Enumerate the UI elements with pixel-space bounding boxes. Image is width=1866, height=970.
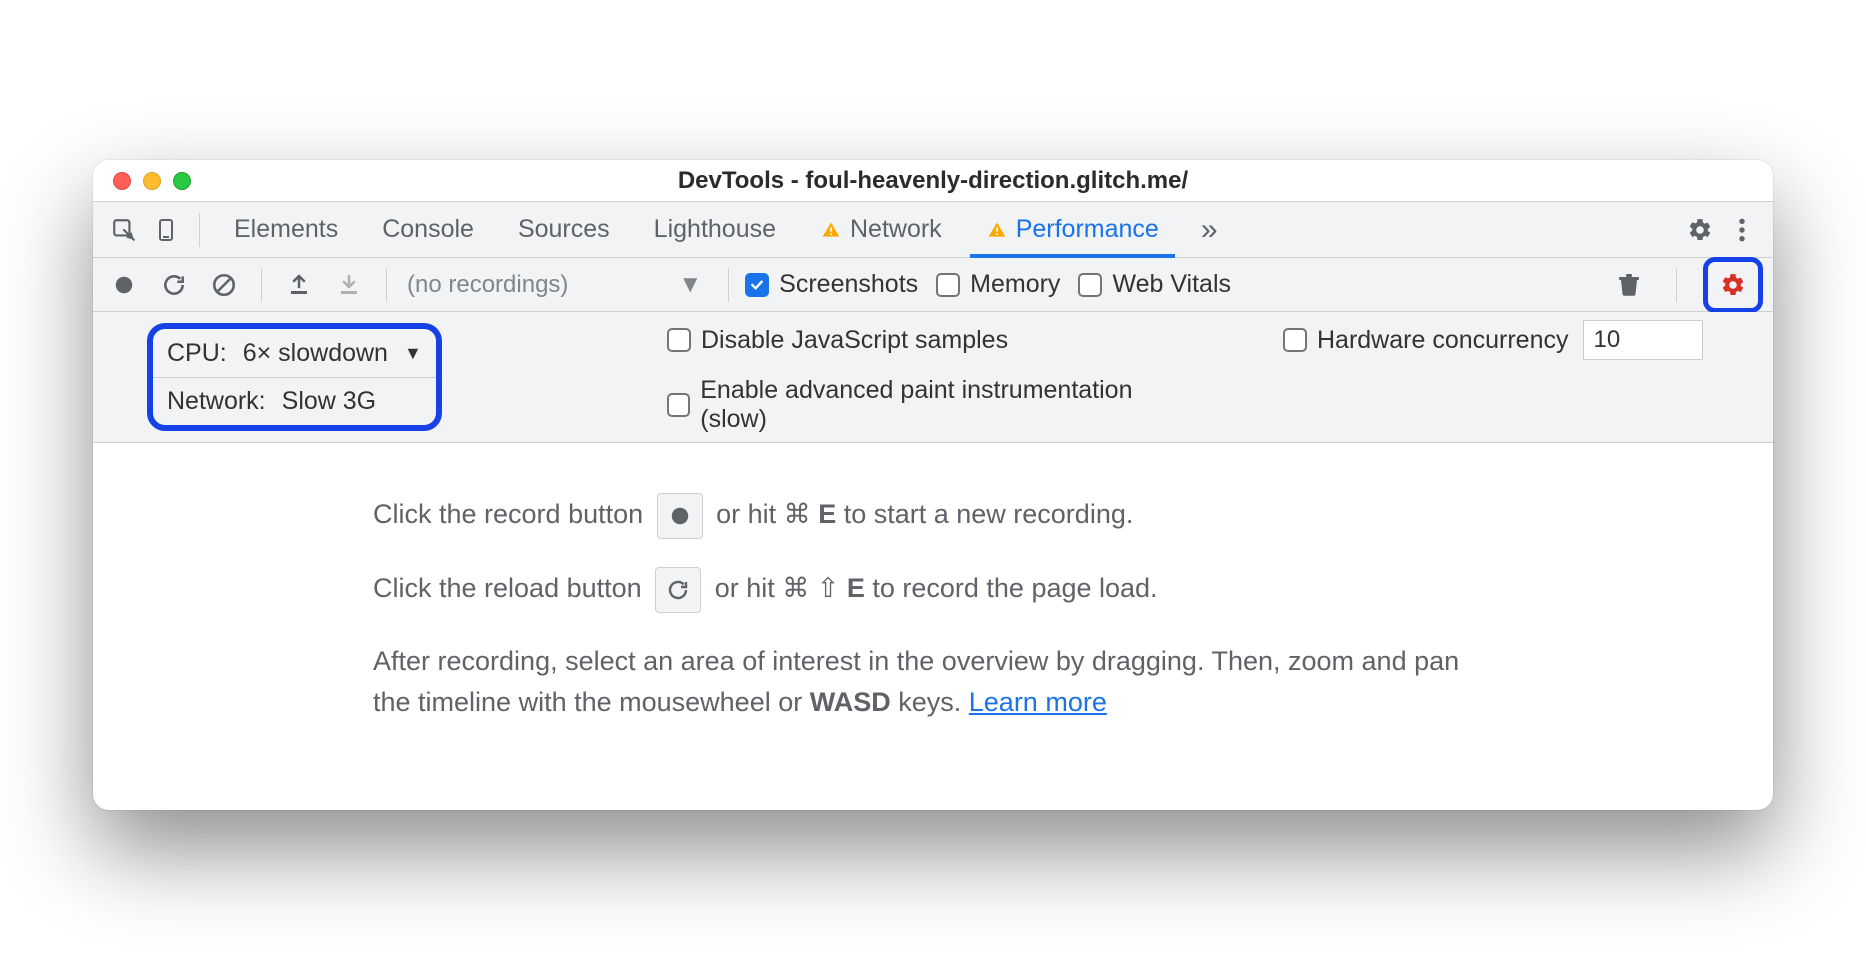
performance-toolbar: (no recordings) ▼ Screenshots Memory Web…: [93, 258, 1773, 312]
hardware-concurrency-input[interactable]: [1583, 320, 1703, 360]
window-title: DevTools - foul-heavenly-direction.glitc…: [93, 167, 1773, 195]
memory-checkbox[interactable]: Memory: [936, 270, 1060, 299]
reload-record-button[interactable]: [153, 264, 195, 306]
chevron-down-icon: ▼: [678, 271, 702, 299]
separator: [1676, 268, 1677, 302]
device-toggle-icon[interactable]: [145, 209, 187, 251]
performance-landing: Click the record button or hit ⌘ E to st…: [93, 443, 1773, 810]
inspect-element-icon[interactable]: [103, 209, 145, 251]
record-icon: [657, 493, 703, 539]
more-tabs-button[interactable]: »: [1181, 213, 1238, 247]
capture-settings-highlight: [1703, 257, 1763, 313]
checkbox-icon: [936, 273, 960, 297]
kebab-menu-icon[interactable]: [1721, 209, 1763, 251]
panel-tabs: Elements Console Sources Lighthouse Netw…: [93, 202, 1773, 258]
tab-network[interactable]: Network: [798, 202, 964, 257]
help-reload-line: Click the reload button or hit ⌘ ⇧ E to …: [373, 567, 1493, 613]
checkbox-icon: [1283, 328, 1307, 352]
checkbox-icon: [745, 273, 769, 297]
tab-elements[interactable]: Elements: [212, 202, 360, 257]
tab-console[interactable]: Console: [360, 202, 496, 257]
tab-sources[interactable]: Sources: [496, 202, 632, 257]
close-window-button[interactable]: [113, 172, 131, 190]
checkbox-icon: [1078, 273, 1102, 297]
traffic-lights: [113, 172, 191, 190]
throttling-highlight: CPU: 6× slowdown ▼ Network: Slow 3G: [147, 323, 442, 431]
warning-icon: [986, 220, 1008, 240]
disable-js-samples-checkbox[interactable]: Disable JavaScript samples: [667, 326, 1008, 355]
settings-icon[interactable]: [1679, 209, 1721, 251]
separator: [199, 213, 200, 247]
tab-lighthouse[interactable]: Lighthouse: [632, 202, 798, 257]
screenshots-checkbox[interactable]: Screenshots: [745, 270, 918, 299]
load-profile-button[interactable]: [278, 264, 320, 306]
capture-settings-panel: Disable JavaScript samples CPU: 6× slowd…: [93, 312, 1773, 443]
separator: [261, 268, 262, 302]
reload-icon: [655, 567, 701, 613]
minimize-window-button[interactable]: [143, 172, 161, 190]
help-after-recording: After recording, select an area of inter…: [373, 641, 1493, 722]
paint-instrumentation-checkbox[interactable]: Enable advanced paint instrumentation (s…: [667, 376, 1187, 434]
webvitals-checkbox[interactable]: Web Vitals: [1078, 270, 1231, 299]
network-throttle-select[interactable]: Network: Slow 3G: [153, 377, 436, 425]
clear-button[interactable]: [203, 264, 245, 306]
tab-performance[interactable]: Performance: [964, 202, 1181, 257]
save-profile-button[interactable]: [328, 264, 370, 306]
capture-settings-button[interactable]: [1712, 264, 1754, 306]
checkbox-icon: [667, 328, 691, 352]
cpu-throttle-select[interactable]: CPU: 6× slowdown ▼: [153, 329, 436, 377]
help-record-line: Click the record button or hit ⌘ E to st…: [373, 493, 1493, 539]
checkbox-icon: [667, 393, 690, 417]
separator: [728, 268, 729, 302]
separator: [386, 268, 387, 302]
recordings-dropdown[interactable]: (no recordings) ▼: [403, 271, 712, 299]
learn-more-link[interactable]: Learn more: [969, 687, 1107, 717]
devtools-window: DevTools - foul-heavenly-direction.glitc…: [93, 160, 1773, 810]
warning-icon: [820, 220, 842, 240]
garbage-collect-button[interactable]: [1608, 264, 1650, 306]
chevron-down-icon: ▼: [404, 343, 422, 364]
hardware-concurrency-checkbox[interactable]: Hardware concurrency: [1283, 326, 1569, 355]
record-button[interactable]: [103, 264, 145, 306]
titlebar: DevTools - foul-heavenly-direction.glitc…: [93, 160, 1773, 202]
zoom-window-button[interactable]: [173, 172, 191, 190]
